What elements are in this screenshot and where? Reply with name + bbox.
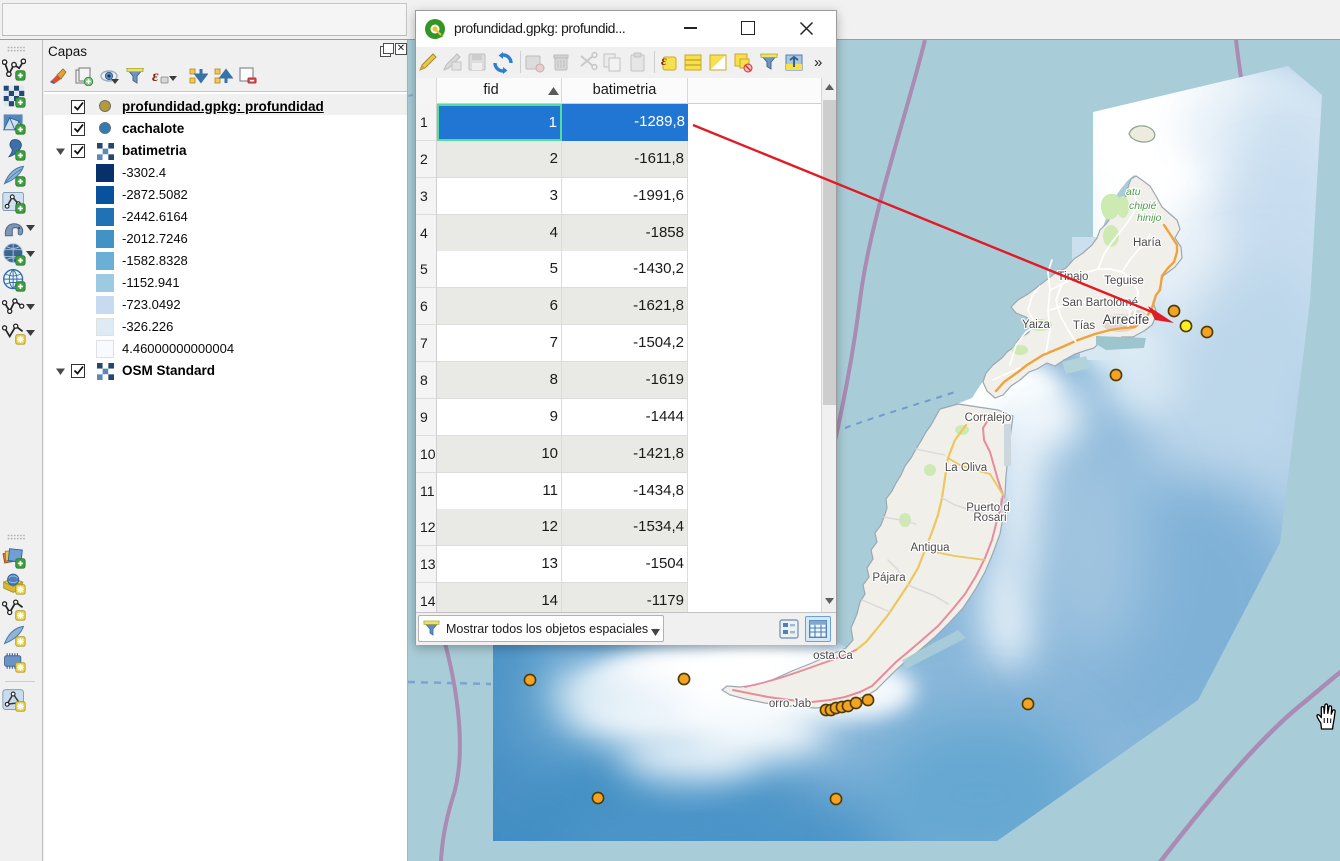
svg-text:hinijo: hinijo [1137,212,1162,224]
svg-text:La Oliva: La Oliva [945,462,988,474]
svg-text:Haría: Haría [1133,237,1162,249]
svg-text:Rosari: Rosari [973,512,1006,524]
svg-text:»: » [814,54,822,71]
svg-text:Pájara: Pájara [872,572,906,584]
svg-text:Arrecife: Arrecife [1103,312,1150,327]
svg-text:ε: ε [661,54,667,69]
svg-text:Yaiza: Yaiza [1022,319,1051,331]
svg-text:ε: ε [152,68,159,85]
svg-text:orro Jab: orro Jab [769,698,811,710]
svg-text:osta Ca: osta Ca [813,650,853,662]
svg-text:Teguise: Teguise [1104,275,1144,287]
svg-text:San Bartolomé: San Bartolomé [1062,297,1138,309]
svg-text:Tinajo: Tinajo [1058,271,1089,283]
svg-text:Antigua: Antigua [910,542,950,554]
svg-text:Tías: Tías [1073,320,1096,332]
svg-text:Corralejo: Corralejo [965,412,1012,424]
svg-text:chipié: chipié [1129,200,1157,212]
svg-text:atu: atu [1126,186,1141,198]
